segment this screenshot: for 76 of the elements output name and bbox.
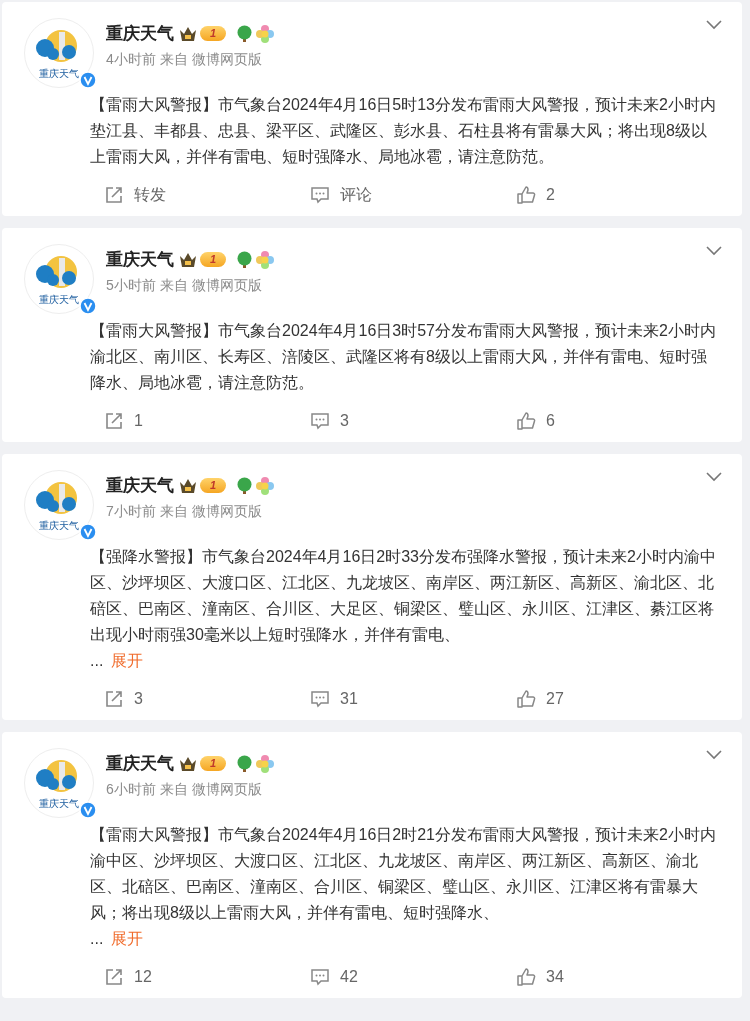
source-label: 来自: [159, 51, 188, 69]
source-label: 来自: [159, 503, 188, 521]
expand-link[interactable]: 展开: [111, 926, 144, 952]
like-button[interactable]: 6: [516, 404, 555, 438]
avatar-caption: 重庆天气: [39, 797, 79, 809]
source-link[interactable]: 微博网页版: [191, 781, 262, 799]
avatar-caption: 重庆天气: [39, 67, 79, 79]
tree-icon: [235, 250, 254, 269]
level-badge: 1: [200, 756, 227, 771]
verified-icon: [79, 801, 97, 819]
level-badge: 1: [200, 252, 227, 267]
ellipsis: ...: [90, 929, 104, 949]
like-button[interactable]: 2: [516, 178, 555, 212]
flower-icon: [256, 754, 275, 773]
comment-button[interactable]: 评论: [310, 178, 372, 212]
source-link[interactable]: 微博网页版: [191, 503, 262, 521]
level-badge: 1: [200, 26, 227, 41]
thumbs-up-icon: [516, 411, 536, 431]
chevron-down-icon[interactable]: [706, 246, 722, 256]
tree-icon: [235, 24, 254, 43]
ellipsis: ...: [90, 651, 104, 671]
comment-icon: [310, 689, 330, 709]
flower-icon: [256, 24, 275, 43]
source-link[interactable]: 微博网页版: [191, 277, 262, 295]
verified-icon: [79, 297, 97, 315]
tree-icon: [235, 754, 254, 773]
post-time[interactable]: 4小时前: [106, 51, 156, 69]
source-label: 来自: [159, 277, 188, 295]
crown-icon: [179, 755, 197, 772]
author-name[interactable]: 重庆天气: [106, 474, 174, 497]
avatar-caption: 重庆天气: [39, 519, 79, 531]
avatar-caption: 重庆天气: [39, 293, 79, 305]
post-text: 【雷雨大风警报】市气象台2024年4月16日2时21分发布雷雨大风警报，预计未来2小时内渝中区、沙坪坝区、大渡口区、江北区、九龙坡区、南岸区、两江新区、高新区、渝北区、北碚区、巴南区、潼南区、合川区、铜梁区、璧山区、永川区、江津区将有雷暴大风；将出现8级以上雷雨大风，并伴有雷电、短时强降水、: [90, 825, 717, 923]
comment-icon: [310, 967, 330, 987]
flower-icon: [256, 476, 275, 495]
repost-button[interactable]: 3: [104, 682, 143, 716]
post-text: 【雷雨大风警报】市气象台2024年4月16日5时13分发布雷雨大风警报，预计未来2小时内垫江县、丰都县、忠县、梁平区、武隆区、彭水县、石柱县将有雷暴大风；将出现8级以上雷雨大风，并伴有雷电、短时强降水、局地冰雹，请注意防范。: [90, 95, 717, 167]
thumbs-up-icon: [516, 185, 536, 205]
verified-icon: [79, 71, 97, 89]
source-link[interactable]: 微博网页版: [191, 51, 262, 69]
source-label: 来自: [159, 781, 188, 799]
like-button[interactable]: 27: [516, 682, 564, 716]
chevron-down-icon[interactable]: [706, 20, 722, 30]
comment-button[interactable]: 42: [310, 960, 358, 994]
crown-icon: [179, 25, 197, 42]
crown-icon: [179, 251, 197, 268]
post-text: 【雷雨大风警报】市气象台2024年4月16日3时57分发布雷雨大风警报，预计未来2小时内渝北区、南川区、长寿区、涪陵区、武隆区将有8级以上雷雨大风，并伴有雷电、短时强降水、局地冰雹，请注意防范。: [90, 321, 717, 393]
post-time[interactable]: 7小时前: [106, 503, 156, 521]
post-time[interactable]: 5小时前: [106, 277, 156, 295]
chevron-down-icon[interactable]: [706, 750, 722, 760]
tree-icon: [235, 476, 254, 495]
post-time[interactable]: 6小时前: [106, 781, 156, 799]
comment-icon: [310, 411, 330, 431]
thumbs-up-icon: [516, 967, 536, 987]
repost-button[interactable]: 转发: [104, 178, 166, 212]
share-icon: [104, 967, 124, 987]
comment-button[interactable]: 31: [310, 682, 358, 716]
repost-button[interactable]: 12: [104, 960, 152, 994]
verified-icon: [79, 523, 97, 541]
comment-icon: [310, 185, 330, 205]
author-name[interactable]: 重庆天气: [106, 22, 174, 45]
repost-button[interactable]: 1: [104, 404, 143, 438]
chevron-down-icon[interactable]: [706, 472, 722, 482]
like-button[interactable]: 34: [516, 960, 564, 994]
flower-icon: [256, 250, 275, 269]
share-icon: [104, 185, 124, 205]
comment-button[interactable]: 3: [310, 404, 349, 438]
author-name[interactable]: 重庆天气: [106, 248, 174, 271]
post-text: 【强降水警报】市气象台2024年4月16日2时33分发布强降水警报，预计未来2小时内渝中区、沙坪坝区、大渡口区、江北区、九龙坡区、南岸区、两江新区、高新区、渝北区、北碚区、巴南区、潼南区、合川区、大足区、铜梁区、璧山区、永川区、江津区、綦江区将出现小时雨强30毫米以上短时强降水，并伴有雷电、: [90, 547, 717, 645]
level-badge: 1: [200, 478, 227, 493]
expand-link[interactable]: 展开: [111, 648, 144, 674]
author-name[interactable]: 重庆天气: [106, 752, 174, 775]
share-icon: [104, 411, 124, 431]
share-icon: [104, 689, 124, 709]
crown-icon: [179, 477, 197, 494]
thumbs-up-icon: [516, 689, 536, 709]
